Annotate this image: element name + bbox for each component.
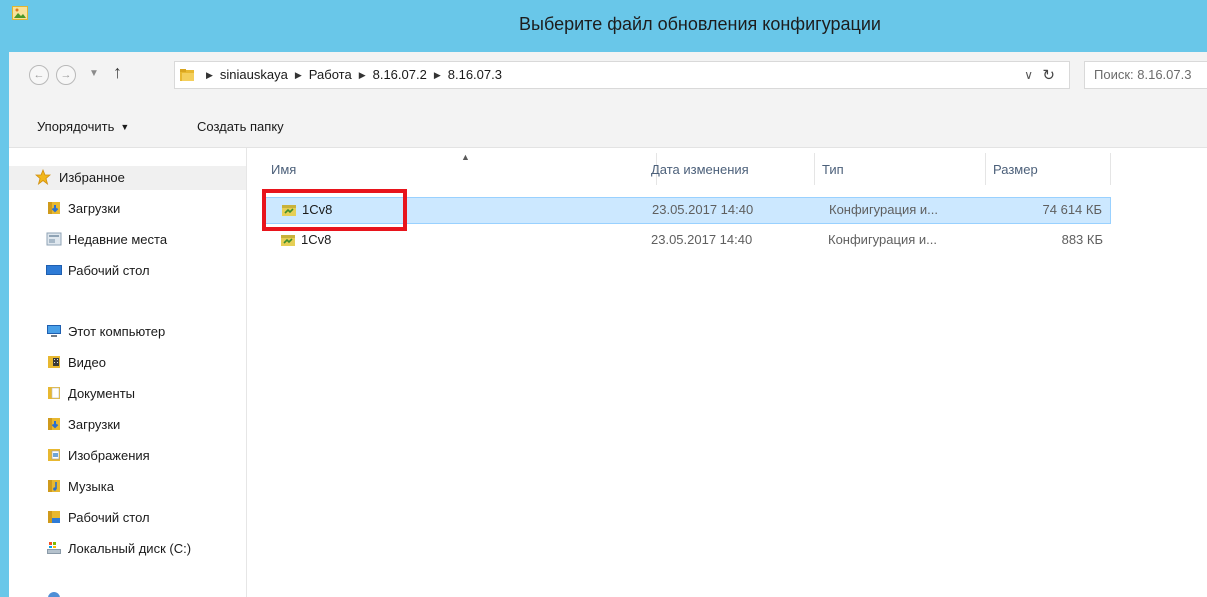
downloads-folder-icon <box>48 418 60 430</box>
forward-arrow-icon[interactable]: → <box>56 65 76 85</box>
breadcrumb: ▶ siniauskaya ▶ Работа ▶ 8.16.07.2 ▶ 8.16.07.3 <box>199 67 502 82</box>
videos-folder-icon <box>48 356 60 368</box>
column-header-size[interactable]: Размер <box>986 153 1111 185</box>
pictures-folder-icon <box>48 449 60 461</box>
nav-label: Изображения <box>68 448 150 463</box>
file-open-dialog: Выберите файл обновления конфигурации ← … <box>0 0 1207 597</box>
nav-label: Видео <box>68 355 106 370</box>
window-title: Выберите файл обновления конфигурации <box>519 14 881 34</box>
annotation-highlight <box>262 189 407 231</box>
nav-item-downloads[interactable]: Загрузки <box>9 197 246 221</box>
nav-label: Недавние места <box>68 232 168 247</box>
breadcrumb-item[interactable]: 8.16.07.3 <box>448 67 502 82</box>
nav-item-music[interactable]: Музыка <box>9 475 246 499</box>
file-row[interactable]: 1Cv8 23.05.2017 14:40 Конфигурация и... … <box>264 228 1111 255</box>
nav-label: Документы <box>68 386 136 401</box>
music-folder-icon <box>48 480 60 492</box>
breadcrumb-separator-icon[interactable]: ▶ <box>359 70 366 80</box>
desktop-folder-icon <box>48 511 60 523</box>
sort-ascending-icon: ▲ <box>461 152 470 162</box>
command-bar: Упорядочить ▼ Создать папку <box>9 100 1207 148</box>
nav-label: Рабочий стол <box>68 263 150 278</box>
window-frame <box>0 0 9 597</box>
file-type: Конфигурация и... <box>829 202 938 217</box>
address-dropdown-icon[interactable]: ∨ <box>1024 68 1033 82</box>
breadcrumb-separator-icon[interactable]: ▶ <box>434 70 441 80</box>
nav-label: Рабочий стол <box>68 510 150 525</box>
breadcrumb-item[interactable]: siniauskaya <box>220 67 288 82</box>
breadcrumb-separator-icon: ▶ <box>206 70 213 80</box>
local-disk-icon <box>47 542 61 554</box>
desktop-icon <box>46 265 62 275</box>
file-size: 74 614 КБ <box>1042 202 1102 217</box>
new-folder-button[interactable]: Создать папку <box>197 119 284 134</box>
file-date: 23.05.2017 14:40 <box>651 232 753 247</box>
organize-label: Упорядочить <box>37 119 115 134</box>
title-bar[interactable]: Выберите файл обновления конфигурации <box>0 0 1207 52</box>
up-arrow-icon[interactable]: ↑ <box>113 62 122 83</box>
nav-item-documents[interactable]: Документы <box>9 382 246 406</box>
recent-locations-dropdown-icon[interactable]: ▼ <box>89 68 99 79</box>
column-header-label: Имя <box>271 162 297 177</box>
nav-item-downloads-pc[interactable]: Загрузки <box>9 413 246 437</box>
network-icon[interactable] <box>46 590 62 597</box>
documents-folder-icon <box>48 387 60 399</box>
folder-icon <box>180 69 194 81</box>
star-icon <box>35 169 51 185</box>
nav-item-favorites[interactable]: Избранное <box>9 166 246 190</box>
nav-label: Музыка <box>68 479 114 494</box>
file-type: Конфигурация и... <box>828 232 937 247</box>
nav-label: Загрузки <box>68 201 121 216</box>
file-date: 23.05.2017 14:40 <box>652 202 754 217</box>
breadcrumb-item[interactable]: Работа <box>309 67 352 82</box>
file-name: 1Cv8 <box>301 232 332 247</box>
nav-item-pictures[interactable]: Изображения <box>9 444 246 468</box>
nav-label: Этот компьютер <box>68 324 166 339</box>
file-size: 883 КБ <box>1061 232 1103 247</box>
nav-label: Загрузки <box>68 417 121 432</box>
column-header-type[interactable]: Тип <box>815 153 986 185</box>
column-header-date[interactable]: Дата изменения <box>644 153 815 185</box>
organize-button[interactable]: Упорядочить ▼ <box>37 119 129 134</box>
recent-places-icon <box>46 232 62 246</box>
search-input[interactable]: Поиск: 8.16.07.3 <box>1084 61 1207 89</box>
breadcrumb-item[interactable]: 8.16.07.2 <box>373 67 427 82</box>
breadcrumb-separator-icon[interactable]: ▶ <box>295 70 302 80</box>
nav-label: Избранное <box>59 170 125 185</box>
nav-item-desktop[interactable]: Рабочий стол <box>9 259 246 283</box>
config-file-icon <box>281 235 295 246</box>
back-arrow-icon[interactable]: ← <box>29 65 49 85</box>
refresh-icon[interactable]: ↻ <box>1042 66 1055 84</box>
nav-label: Локальный диск (C:) <box>68 541 192 556</box>
nav-item-recent-places[interactable]: Недавние места <box>9 228 246 252</box>
navigation-pane: Избранное Загрузки Недавние места Рабочи… <box>9 148 247 597</box>
downloads-folder-icon <box>48 202 60 214</box>
nav-item-videos[interactable]: Видео <box>9 351 246 375</box>
nav-item-this-pc[interactable]: Этот компьютер <box>9 320 246 344</box>
nav-item-local-disk[interactable]: Локальный диск (C:) <box>9 537 246 561</box>
address-bar[interactable]: ▶ siniauskaya ▶ Работа ▶ 8.16.07.2 ▶ 8.16.07.3 … <box>174 61 1070 89</box>
computer-icon <box>47 325 61 337</box>
nav-item-desktop-pc[interactable]: Рабочий стол <box>9 506 246 530</box>
chevron-down-icon: ▼ <box>120 122 130 132</box>
column-header-name[interactable]: Имя ▲ <box>264 152 657 185</box>
navigation-bar: ← → ▼ ↑ ▶ siniauskaya ▶ Работа ▶ 8.16.07.2 ▶ 8.… <box>9 52 1207 100</box>
